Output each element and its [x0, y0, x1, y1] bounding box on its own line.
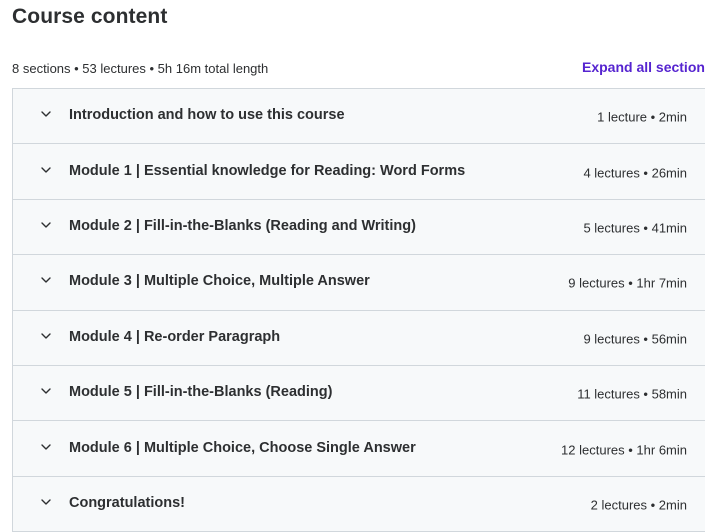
section-row-module-3[interactable]: Module 3 | Multiple Choice, Multiple Ans…: [13, 255, 705, 311]
section-lectures-duration: 2 lectures • 2min: [590, 497, 687, 513]
section-row-module-4[interactable]: Module 4 | Re-order Paragraph 9 lectures…: [13, 310, 705, 366]
section-lectures-duration: 11 lectures • 58min: [577, 386, 687, 402]
course-summary-row: 8 sections • 53 lectures • 5h 16m total …: [12, 58, 705, 80]
section-row-module-6[interactable]: Module 6 | Multiple Choice, Choose Singl…: [13, 421, 705, 477]
section-lectures-duration: 9 lectures • 56min: [583, 331, 687, 346]
chevron-down-icon: [40, 219, 52, 231]
chevron-down-icon: [40, 108, 52, 120]
section-lectures-duration: 12 lectures • 1hr 6min: [561, 441, 687, 457]
section-title: Module 4 | Re-order Paragraph: [69, 328, 281, 345]
section-row-module-1[interactable]: Module 1 | Essential knowledge for Readi…: [13, 144, 705, 200]
section-row-module-2[interactable]: Module 2 | Fill-in-the-Blanks (Reading a…: [13, 199, 705, 256]
chevron-down-icon: [40, 496, 52, 508]
section-title: Module 1 | Essential knowledge for Readi…: [69, 162, 466, 179]
chevron-down-icon: [40, 330, 52, 342]
section-title: Introduction and how to use this course: [69, 107, 345, 124]
chevron-down-icon: [40, 274, 52, 286]
section-title: Module 6 | Multiple Choice, Choose Singl…: [69, 439, 416, 456]
chevron-down-icon: [40, 441, 52, 453]
section-title: Module 2 | Fill-in-the-Blanks (Reading a…: [69, 218, 416, 235]
section-title: Module 5 | Fill-in-the-Blanks (Reading): [69, 384, 333, 401]
chevron-down-icon: [40, 385, 52, 397]
sections-list: Introduction and how to use this course …: [12, 88, 705, 532]
section-lectures-duration: 4 lectures • 26min: [583, 164, 687, 180]
section-title: Congratulations!: [69, 495, 185, 512]
section-row-congratulations[interactable]: Congratulations! 2 lectures • 2min: [13, 476, 705, 532]
chevron-down-icon: [40, 164, 52, 176]
section-row-module-5[interactable]: Module 5 | Fill-in-the-Blanks (Reading) …: [13, 365, 705, 422]
course-summary: 8 sections • 53 lectures • 5h 16m total …: [12, 61, 269, 76]
expand-all-sections-button[interactable]: Expand all sections: [582, 59, 705, 75]
page-title: Course content: [12, 5, 168, 28]
section-title: Module 3 | Multiple Choice, Multiple Ans…: [69, 273, 370, 290]
course-content-page: Course content 8 sections • 53 lectures …: [0, 0, 705, 532]
section-lectures-duration: 5 lectures • 41min: [583, 220, 687, 236]
section-lectures-duration: 1 lecture • 2min: [597, 109, 687, 125]
section-row-introduction[interactable]: Introduction and how to use this course …: [13, 89, 705, 145]
section-lectures-duration: 9 lectures • 1hr 7min: [568, 275, 687, 291]
